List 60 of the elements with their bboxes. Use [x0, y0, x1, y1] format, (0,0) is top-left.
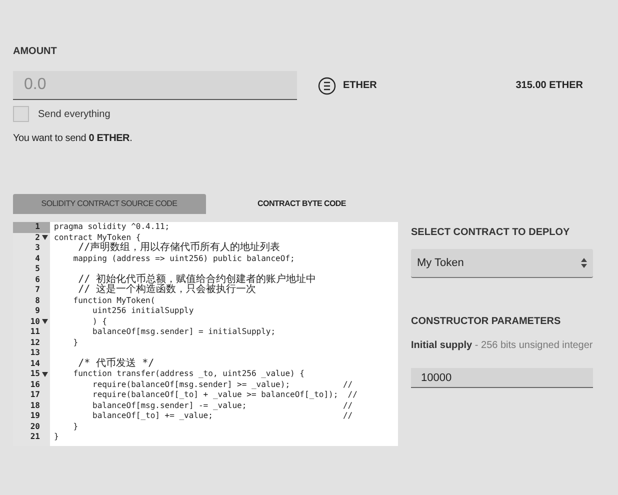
fold-caret-icon[interactable] [42, 319, 48, 324]
currency-label: ETHER [343, 79, 377, 93]
code-line: require(balanceOf[_to] + _value >= balanceOf[_to]); // [92, 390, 358, 400]
line-number: 15 [30, 369, 40, 380]
code-line: balanceOf[msg.sender] -= _value; // [92, 400, 353, 411]
code-line: balanceOf[_to] += _value; // [92, 411, 353, 422]
fold-caret-icon[interactable] [42, 235, 48, 240]
line-number: 21 [30, 432, 40, 442]
parameter-description: Initial supply - 256 bits unsigned integer [411, 339, 593, 353]
contract-select[interactable]: My Token [411, 249, 593, 278]
code-line: // 这是一个构造函数，只会被执行一次 [77, 285, 256, 296]
line-number: 12 [30, 338, 40, 348]
sort-arrows-icon [581, 258, 587, 268]
line-number: 20 [30, 422, 40, 432]
code-line: // 初始化代币总额，赋值给合约创建者的账户地址中 [77, 274, 316, 284]
send-summary: You want to send 0 ETHER. [13, 132, 134, 146]
amount-input[interactable]: 0.0 [13, 71, 297, 100]
fold-caret-icon[interactable] [42, 372, 48, 377]
code-line: require(balanceOf[msg.sender] >= _value); // [92, 380, 353, 390]
code-editor[interactable] [13, 222, 398, 446]
line-number: 9 [35, 306, 40, 316]
line-number: 13 [30, 348, 40, 358]
parameters-label: CONSTRUCTOR PARAMETERS [411, 315, 562, 329]
line-number: 11 [30, 327, 40, 338]
supply-input[interactable]: 10000 [411, 368, 593, 388]
deploy-label: SELECT CONTRACT TO DEPLOY [411, 226, 571, 240]
code-line: pragma solidity ^0.4.11; [53, 222, 170, 232]
code-line: function MyToken( [72, 296, 156, 306]
line-number: 8 [35, 296, 40, 306]
line-number: 19 [30, 411, 40, 422]
line-number: 14 [30, 358, 40, 369]
code-line: } [72, 338, 78, 348]
checkbox[interactable] [13, 106, 29, 122]
code-line: mapping (address => uint256) public balanceOf; [72, 254, 295, 264]
line-number: 6 [35, 274, 40, 285]
code-line: //声明数组，用以存储代币所有人的地址列表 [77, 243, 280, 254]
line-number: 10 [30, 316, 40, 327]
line-number: 17 [30, 390, 40, 400]
code-line: balanceOf[msg.sender] = initialSupply; [92, 327, 276, 338]
code-line: ) { [92, 316, 107, 327]
line-number: 7 [35, 285, 40, 296]
code-line: function transfer(address _to, uint256 _value) { [72, 369, 304, 380]
line-number: 1 [35, 222, 40, 232]
tab[interactable]: SOLIDITY CONTRACT SOURCE CODE [13, 194, 206, 214]
tab[interactable]: CONTRACT BYTE CODE [206, 194, 398, 214]
balance-text: 315.00 ETHER [516, 79, 583, 93]
line-number: 18 [30, 400, 40, 411]
ether-icon [318, 76, 336, 94]
line-number: 3 [35, 243, 40, 254]
code-line: } [72, 422, 78, 432]
amount-label: AMOUNT [13, 45, 58, 59]
code-line: uint256 initialSupply [92, 306, 194, 316]
line-number: 16 [30, 380, 40, 390]
line-number: 4 [35, 254, 40, 264]
line-number: 2 [35, 232, 40, 243]
line-number: 5 [35, 264, 40, 274]
checkbox-label: Send everything [38, 108, 110, 122]
code-line: } [53, 432, 59, 442]
code-line: contract MyToken { [53, 232, 141, 242]
code-line: /* 代币发送 */ [77, 358, 154, 369]
